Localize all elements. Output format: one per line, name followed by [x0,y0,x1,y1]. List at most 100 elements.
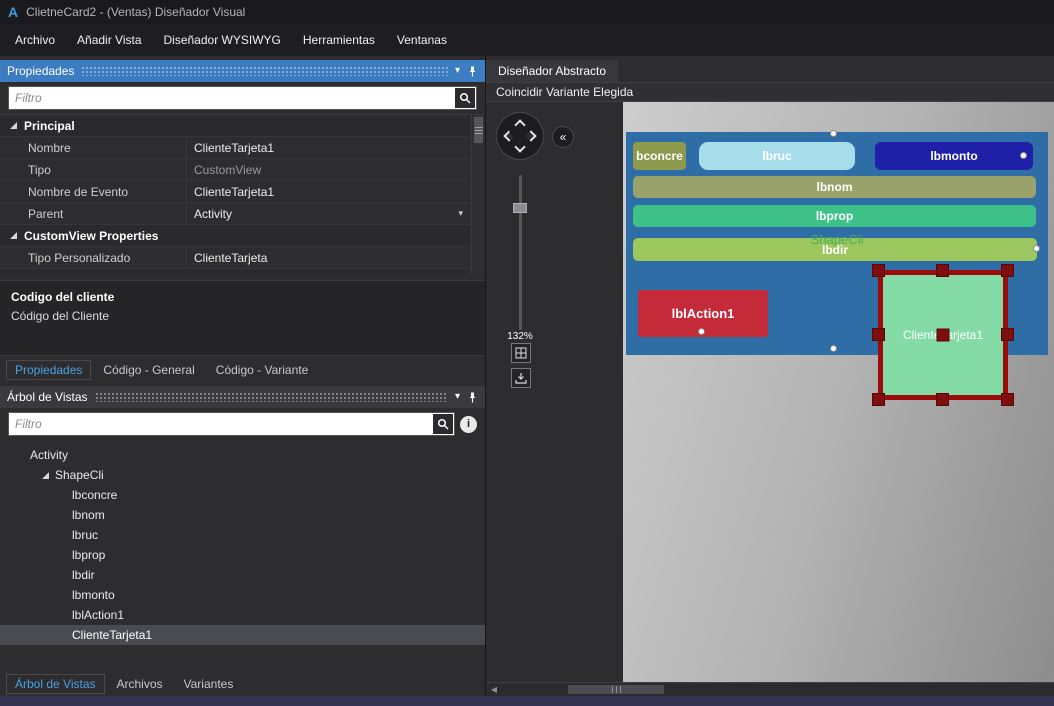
tree-tab-row: Árbol de Vistas Archivos Variantes [0,670,485,696]
tree-node-lbruc[interactable]: lbruc [0,525,485,545]
menu-item-disenador-wysiwyg[interactable]: Diseñador WYSIWYG [153,27,292,53]
resize-handle-top-left[interactable] [872,264,885,277]
app-window: A ClietneCard2 - (Ventas) Diseñador Visu… [0,0,1054,706]
tree-node-shapecli[interactable]: ShapeCli [0,465,485,485]
resize-handle-left[interactable] [872,328,885,341]
property-row-nombre[interactable]: Nombre ClienteTarjeta1 [0,137,470,159]
arrow-down-icon[interactable] [514,141,525,152]
move-handle-center[interactable] [937,329,950,342]
tree-node-activity[interactable]: Activity [0,445,485,465]
views-tree-panel-header[interactable]: Árbol de Vistas ▾ [0,386,485,408]
canvas-label-lbprop[interactable]: lbprop [633,205,1036,227]
property-grid-scrollbar[interactable] [471,115,485,274]
property-row-tipo-personalizado[interactable]: Tipo Personalizado ClienteTarjeta [0,247,470,269]
panel-header-grip [95,392,448,402]
anchor-dot[interactable] [698,328,705,335]
zoom-slider[interactable] [511,175,529,330]
resize-handle-bottom-right[interactable] [1001,393,1014,406]
tree-node-lblaction1[interactable]: lblAction1 [0,605,485,625]
scrollbar-thumb[interactable] [474,117,483,143]
tree-node-lbmonto[interactable]: lbmonto [0,585,485,605]
menubar: Archivo Añadir Vista Diseñador WYSIWYG H… [0,24,1054,56]
menu-item-ventanas[interactable]: Ventanas [386,27,458,53]
anchor-dot[interactable] [1033,245,1040,252]
tab-codigo-general[interactable]: Código - General [94,360,203,380]
resize-handle-bottom[interactable] [936,393,949,406]
tree-node-lbprop[interactable]: lbprop [0,545,485,565]
tree-filter-row: i [8,412,477,436]
combo-chevron-icon[interactable]: ▾ [458,208,463,219]
property-value-tipo-personalizado[interactable]: ClienteTarjeta [186,247,470,268]
tab-codigo-variante[interactable]: Código - Variante [207,360,318,380]
property-description: Codigo del cliente Código del Cliente [0,280,485,356]
resize-handle-top[interactable] [936,264,949,277]
info-icon[interactable]: i [460,416,477,433]
properties-tab-row: Propiedades Código - General Código - Va… [0,356,485,382]
scrollbar-thumb[interactable] [568,685,664,694]
tab-propiedades[interactable]: Propiedades [6,360,91,380]
pin-icon[interactable] [467,392,478,403]
anchor-dot[interactable] [830,130,837,137]
property-row-nombre-evento[interactable]: Nombre de Evento ClienteTarjeta1 [0,181,470,203]
window-title: ClietneCard2 - (Ventas) Diseñador Visual [26,5,245,19]
property-value-nombre-evento[interactable]: ClienteTarjeta1 [186,181,470,202]
zoom-slider-track[interactable] [519,175,522,330]
pin-icon[interactable] [467,66,478,77]
arrow-up-icon[interactable] [514,119,525,130]
canvas-label-lbdir[interactable]: lbdir [633,238,1037,261]
canvas-label-lbnom[interactable]: lbnom [633,176,1036,198]
property-value-nombre[interactable]: ClienteTarjeta1 [186,137,470,158]
main-layout: Propiedades ▾ P [0,56,1054,696]
tab-variantes[interactable]: Variantes [175,674,243,694]
coincidir-variante-label[interactable]: Coincidir Variante Elegida [496,85,633,99]
tree-node-lbnom[interactable]: lbnom [0,505,485,525]
horizontal-scrollbar[interactable]: ◀ [486,682,1054,696]
menu-item-anadir-vista[interactable]: Añadir Vista [66,27,152,53]
collapse-toolbar-button[interactable]: « [552,126,574,148]
tab-disenador-abstracto[interactable]: Diseñador Abstracto [486,60,618,82]
canvas-label-lbmonto[interactable]: lbmonto [875,142,1033,170]
properties-filter-input[interactable] [9,87,455,109]
canvas-label-lbconcre[interactable]: bconcre [633,142,686,170]
properties-filter-wrap [8,86,477,110]
menu-item-herramientas[interactable]: Herramientas [292,27,386,53]
category-customview-properties[interactable]: CustomView Properties [0,225,470,247]
tree-node-lbdir[interactable]: lbdir [0,565,485,585]
property-grid: Principal Nombre ClienteTarjeta1 Tipo Cu… [0,114,485,274]
category-principal[interactable]: Principal [0,115,470,137]
arrow-left-icon[interactable] [503,130,514,141]
import-view-button[interactable] [511,368,531,388]
tab-arbol-de-vistas[interactable]: Árbol de Vistas [6,674,105,694]
anchor-dot[interactable] [830,345,837,352]
resize-handle-right[interactable] [1001,328,1014,341]
fit-to-grid-button[interactable] [511,343,531,363]
panel-menu-chevron-icon[interactable]: ▾ [455,392,460,402]
category-clipped[interactable]: Custom Properties [0,269,470,274]
property-value-tipo: CustomView [186,159,470,180]
anchor-dot[interactable] [1020,152,1027,159]
tree-node-clientetarjeta1[interactable]: ClienteTarjeta1 [0,625,485,645]
tree-filter-input[interactable] [9,413,433,435]
pan-dpad-control[interactable] [496,112,544,160]
status-bar [0,696,1054,706]
canvas-label-lbruc[interactable]: lbruc [699,142,855,170]
tree-node-lbconcre[interactable]: lbconcre [0,485,485,505]
search-icon[interactable] [433,414,453,434]
panel-menu-chevron-icon[interactable]: ▾ [455,66,460,76]
arrow-right-icon[interactable] [525,130,536,141]
property-row-parent[interactable]: Parent Activity▾ [0,203,470,225]
property-description-title: Codigo del cliente [11,290,474,304]
menu-item-archivo[interactable]: Archivo [4,27,66,53]
properties-panel-header[interactable]: Propiedades ▾ [0,60,485,82]
tab-archivos[interactable]: Archivos [108,674,172,694]
property-value-parent[interactable]: Activity▾ [186,203,470,224]
properties-panel-title: Propiedades [7,64,74,78]
resize-handle-top-right[interactable] [1001,264,1014,277]
designer-dock: Diseñador Abstracto Coincidir Variante E… [486,56,1054,696]
resize-handle-bottom-left[interactable] [872,393,885,406]
search-icon[interactable] [455,88,475,108]
property-row-tipo[interactable]: Tipo CustomView [0,159,470,181]
zoom-slider-thumb[interactable] [513,203,527,213]
expander-icon[interactable] [42,472,49,479]
scroll-left-arrow-icon[interactable]: ◀ [486,685,502,694]
